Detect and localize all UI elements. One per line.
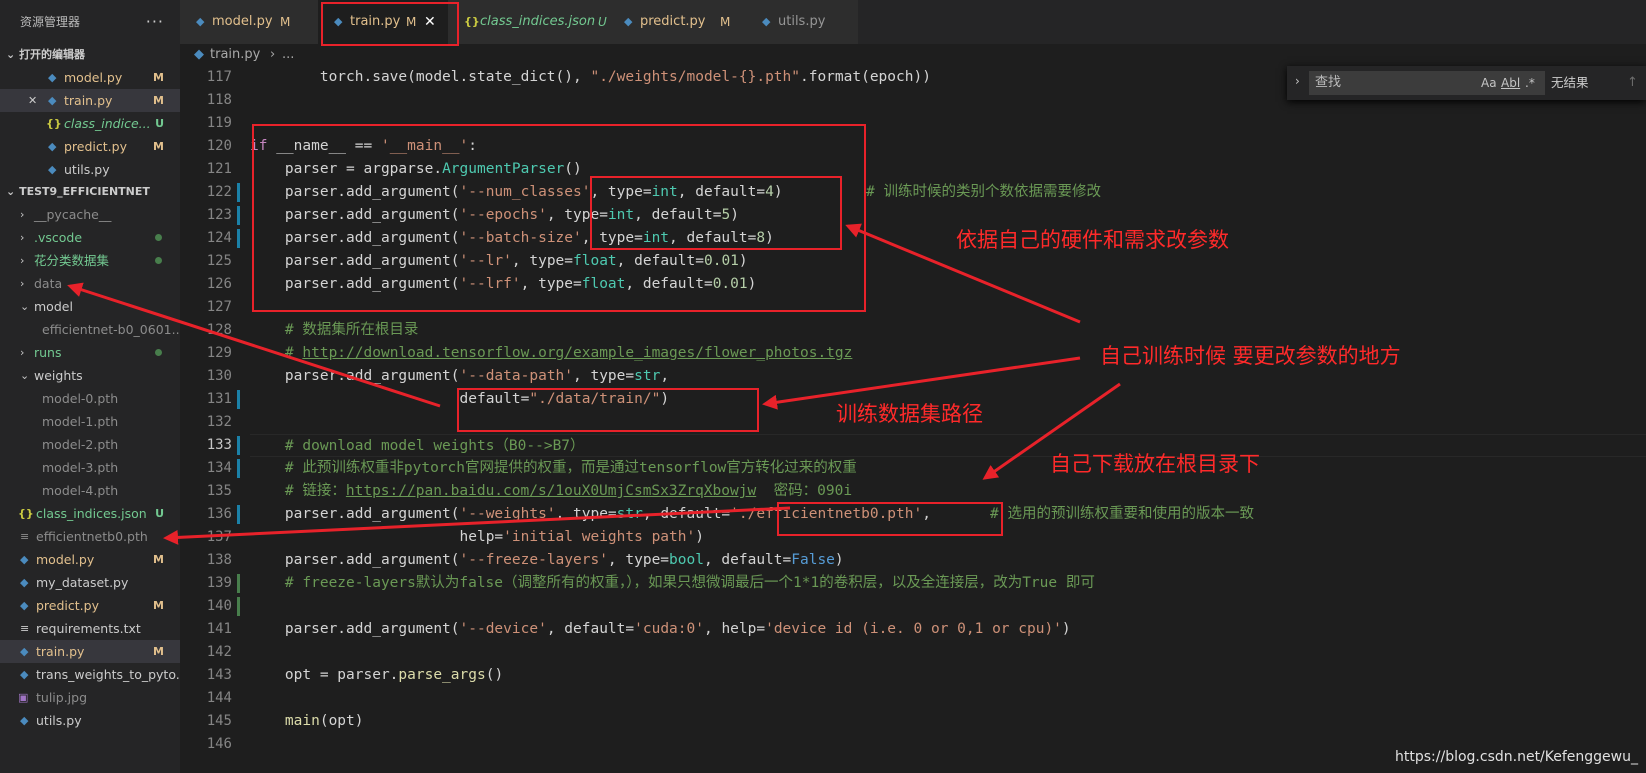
annotation-training-params: 自己训练时候 要更改参数的地方	[1100, 344, 1401, 368]
annotation-arrows	[67, 223, 1121, 545]
arrow-to-weights-file	[163, 506, 791, 545]
annotation-hardware-params: 依据自己的硬件和需求改参数	[956, 228, 1229, 252]
annotation-data-path: 训练数据集路径	[836, 402, 983, 426]
watermark: https://blog.csdn.net/Kefenggewu_	[1395, 749, 1638, 765]
arrow-to-data-folder	[67, 282, 441, 408]
annotation-download-weights: 自己下载放在根目录下	[1050, 452, 1260, 476]
